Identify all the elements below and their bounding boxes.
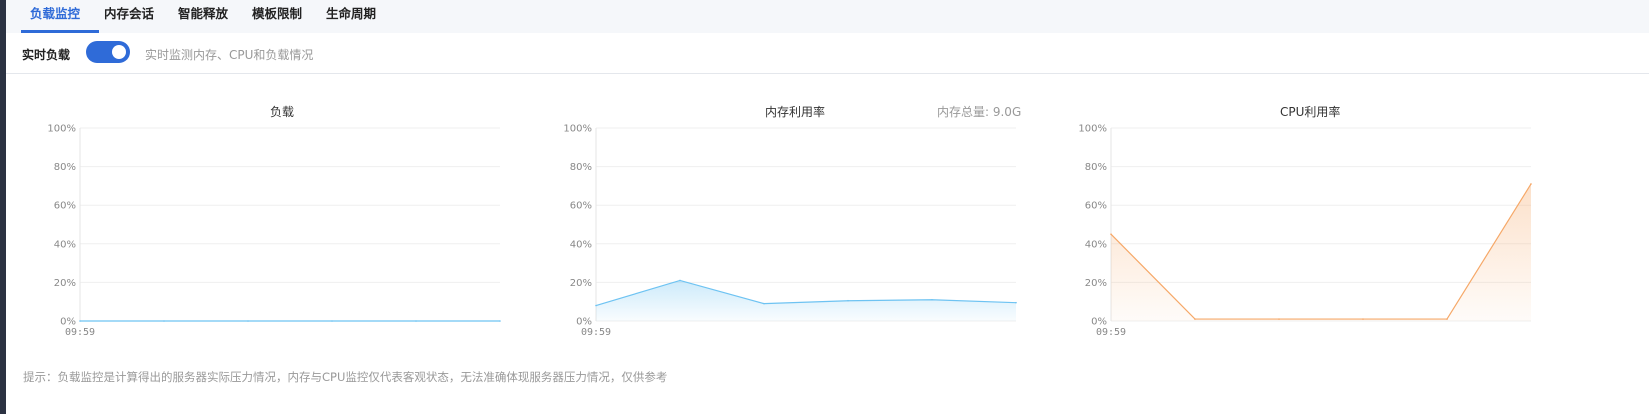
cpu-data-point [1530, 183, 1532, 185]
cpu-data-point [1110, 233, 1112, 235]
memory-x-tick-label: 09:59 [581, 327, 611, 338]
memory-data-point [847, 299, 849, 302]
load-data-point [499, 320, 501, 322]
load-y-tick-label: 20% [54, 278, 76, 289]
memory-y-tick-label: 60% [570, 201, 592, 212]
cpu-chart: 100% 80% 60% 40% 20% 0% 09:59 CPU利用率 [1057, 74, 1577, 349]
cpu-y-tick-label: 0% [1091, 317, 1107, 328]
memory-chart: 100% 80% 60% 40% 20% 0% 09:59 内存利用率 内存总量: 9.0G [542, 74, 1062, 349]
footer-note: 提示：负载监控是计算得出的服务器实际压力情况，内存与CPU监控仅代表客观状态，无… [23, 370, 668, 384]
load-data-point [79, 320, 81, 322]
cpu-y-tick-label: 20% [1085, 278, 1107, 289]
tab-template-limit[interactable]: 模板限制 [252, 0, 302, 33]
load-y-tick-label: 100% [47, 124, 76, 135]
load-chart: 100% 80% 60% 40% 20% 0% 09:59 负载 [26, 74, 546, 349]
memory-y-tick-label: 80% [570, 162, 592, 173]
tab-load-monitor[interactable]: 负载监控 [30, 0, 80, 33]
tab-lifecycle[interactable]: 生命周期 [326, 0, 376, 33]
cpu-data-point [1446, 318, 1448, 320]
load-data-point [331, 320, 333, 322]
toggle-knob [112, 45, 126, 59]
cpu-y-tick-label: 80% [1085, 162, 1107, 173]
cpu-y-tick-label: 40% [1085, 239, 1107, 250]
load-y-tick-label: 60% [54, 201, 76, 212]
memory-y-tick-label: 40% [570, 239, 592, 250]
memory-data-point [931, 298, 933, 301]
memory-data-point [595, 304, 597, 307]
memory-chart-title: 内存利用率 [765, 105, 826, 119]
monitor-page: 负载监控 内存会话 智能释放 模板限制 生命周期 实时负载 实时监测内存、CPU… [0, 0, 1649, 414]
realtime-control-row: 实时负载 实时监测内存、CPU和负载情况 [6, 33, 1649, 74]
load-y-tick-label: 80% [54, 162, 76, 173]
cpu-x-tick-label: 09:59 [1096, 327, 1126, 338]
memory-data-point [679, 279, 681, 282]
cpu-data-point [1278, 318, 1280, 320]
memory-data-point [763, 302, 765, 305]
tab-bar: 负载监控 内存会话 智能释放 模板限制 生命周期 [6, 0, 1649, 33]
cpu-chart-title: CPU利用率 [1280, 105, 1341, 119]
memory-y-tick-label: 0% [576, 317, 592, 328]
load-data-point [163, 320, 165, 322]
memory-total-label: 内存总量: 9.0G [937, 105, 1022, 119]
tab-smart-release[interactable]: 智能释放 [178, 0, 228, 33]
realtime-load-label: 实时负载 [22, 48, 71, 62]
memory-y-tick-label: 20% [570, 278, 592, 289]
memory-y-tick-label: 100% [563, 124, 592, 135]
cpu-data-point [1194, 318, 1196, 320]
memory-data-point [1015, 301, 1017, 304]
cpu-data-point [1362, 318, 1364, 320]
realtime-load-description: 实时监测内存、CPU和负载情况 [145, 48, 314, 62]
cpu-series-area [1111, 183, 1531, 321]
cpu-y-tick-label: 100% [1078, 124, 1107, 135]
load-data-point [247, 320, 249, 322]
load-chart-title: 负载 [270, 105, 295, 119]
load-x-tick-label: 09:59 [65, 327, 95, 338]
load-y-tick-label: 0% [60, 317, 76, 328]
tab-memory-session[interactable]: 内存会话 [104, 0, 154, 33]
load-y-tick-label: 40% [54, 239, 76, 250]
charts-area: 100% 80% 60% 40% 20% 0% 09:59 负载 100% 80% 60% 40%… [0, 74, 1649, 349]
cpu-y-tick-label: 60% [1085, 201, 1107, 212]
load-data-point [415, 320, 417, 322]
realtime-load-toggle[interactable] [86, 41, 130, 63]
